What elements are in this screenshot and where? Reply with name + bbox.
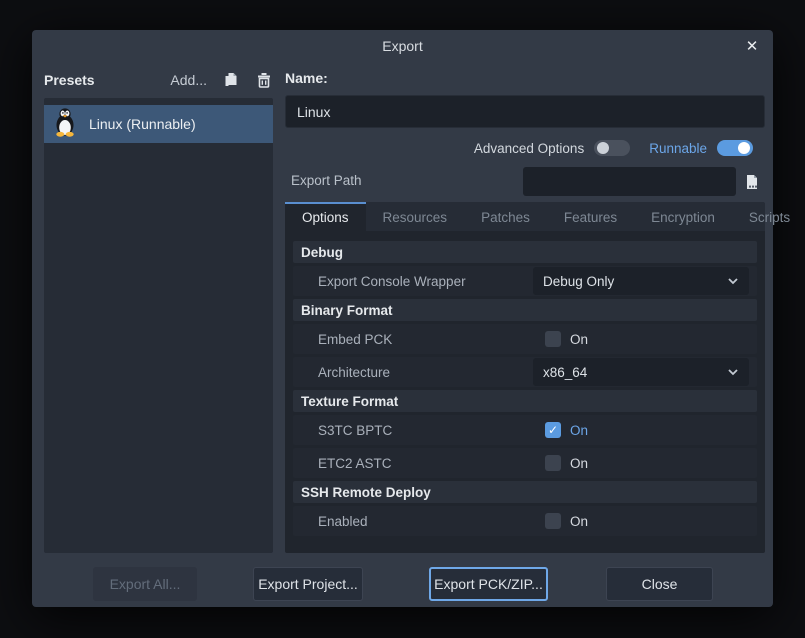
toggle-row: Advanced Options Runnable: [285, 134, 765, 162]
embed-pck-checkbox[interactable]: [545, 331, 561, 347]
linux-tux-icon: [54, 107, 76, 142]
export-pck-zip-button[interactable]: Export PCK/ZIP...: [429, 567, 548, 601]
section-debug: Debug: [293, 241, 757, 263]
section-ssh-remote-deploy: SSH Remote Deploy: [293, 481, 757, 503]
checkbox-value-label: On: [570, 456, 588, 471]
runnable-label: Runnable: [649, 141, 707, 156]
file-select-icon[interactable]: [738, 168, 765, 195]
checkbox-value-label: On: [570, 423, 588, 438]
export-path-row: Export Path: [285, 167, 765, 197]
console-wrapper-dropdown[interactable]: Debug Only: [533, 267, 749, 295]
trash-icon[interactable]: [255, 71, 273, 89]
name-label: Name:: [285, 70, 328, 86]
export-all-button: Export All...: [93, 567, 197, 601]
dialog-title: Export: [32, 30, 773, 54]
row-architecture: Architecture x86_64: [293, 357, 757, 387]
presets-title: Presets: [44, 72, 95, 88]
advanced-options-label: Advanced Options: [474, 141, 584, 156]
row-ssh-enabled: Enabled On: [293, 506, 757, 536]
checkbox-value-label: On: [570, 514, 588, 529]
preset-list: Linux (Runnable): [44, 98, 273, 553]
row-export-console-wrapper: Export Console Wrapper Debug Only: [293, 266, 757, 296]
toggle-knob: [738, 142, 750, 154]
advanced-options-toggle[interactable]: [594, 140, 630, 156]
row-s3tc-bptc: S3TC BPTC ✓ On: [293, 415, 757, 445]
tab-patches[interactable]: Patches: [464, 202, 547, 231]
tab-resources[interactable]: Resources: [366, 202, 465, 231]
etc2-astc-checkbox[interactable]: [545, 455, 561, 471]
option-label: Architecture: [293, 365, 390, 380]
option-label: ETC2 ASTC: [293, 456, 392, 471]
ssh-enabled-checkbox[interactable]: [545, 513, 561, 529]
export-path-input[interactable]: [523, 167, 736, 196]
preset-item-linux[interactable]: Linux (Runnable): [44, 105, 273, 143]
duplicate-icon[interactable]: [222, 71, 240, 89]
dropdown-value: x86_64: [543, 365, 727, 380]
export-path-label: Export Path: [291, 173, 362, 188]
section-binary-format: Binary Format: [293, 299, 757, 321]
dropdown-value: Debug Only: [543, 274, 727, 289]
tab-features[interactable]: Features: [547, 202, 634, 231]
presets-actions: Add...: [170, 71, 277, 89]
presets-header: Presets Add...: [44, 68, 277, 92]
options-panel: Debug Export Console Wrapper Debug Only …: [285, 231, 765, 553]
row-etc2-astc: ETC2 ASTC On: [293, 448, 757, 478]
architecture-dropdown[interactable]: x86_64: [533, 358, 749, 386]
close-button[interactable]: Close: [606, 567, 713, 601]
row-embed-pck: Embed PCK On: [293, 324, 757, 354]
tab-bar: Options Resources Patches Features Encry…: [285, 202, 765, 231]
export-project-button[interactable]: Export Project...: [253, 567, 363, 601]
tab-encryption[interactable]: Encryption: [634, 202, 732, 231]
chevron-down-icon: [727, 277, 739, 285]
checkbox-value-label: On: [570, 332, 588, 347]
chevron-down-icon: [727, 368, 739, 376]
preset-item-label: Linux (Runnable): [89, 116, 196, 132]
close-icon[interactable]: ✕: [741, 35, 763, 57]
titlebar: Export ✕: [32, 30, 773, 58]
check-icon: ✓: [548, 424, 558, 436]
name-input[interactable]: [285, 95, 765, 128]
section-texture-format: Texture Format: [293, 390, 757, 412]
toggle-knob: [597, 142, 609, 154]
export-dialog: Export ✕ Presets Add...: [32, 30, 773, 607]
option-label: Enabled: [293, 514, 368, 529]
s3tc-bptc-checkbox[interactable]: ✓: [545, 422, 561, 438]
option-label: Embed PCK: [293, 332, 392, 347]
add-preset-button[interactable]: Add...: [170, 72, 207, 88]
option-label: S3TC BPTC: [293, 423, 392, 438]
tab-scripts[interactable]: Scripts: [732, 202, 805, 231]
runnable-toggle[interactable]: [717, 140, 753, 156]
option-label: Export Console Wrapper: [293, 274, 466, 289]
tab-options[interactable]: Options: [285, 202, 366, 231]
